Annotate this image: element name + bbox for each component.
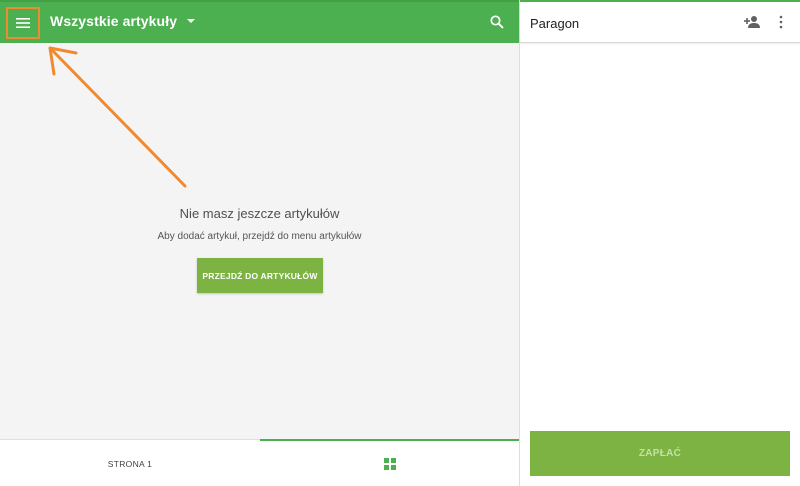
hamburger-menu-icon [16,18,30,28]
receipt-toolbar: Paragon [520,0,800,43]
annotation-arrow [48,46,187,188]
empty-state-title: Nie masz jeszcze artykułów [179,206,340,221]
articles-toolbar: Wszystkie artykuły [0,0,519,43]
grid-icon [383,458,396,470]
tab-grid-view[interactable] [260,439,519,486]
category-dropdown[interactable]: Wszystkie artykuły [50,13,196,29]
receipt-title: Paragon [530,16,580,31]
page-tab-bar: STRONA 1 [0,439,519,486]
add-person-icon[interactable] [744,15,760,29]
tab-page-1[interactable]: STRONA 1 [0,440,260,486]
search-icon[interactable] [489,14,505,30]
go-to-articles-button[interactable]: PRZEJDŹ DO ARTYKUŁÓW [197,258,323,293]
toolbar-title: Wszystkie artykuły [50,13,178,29]
menu-button[interactable] [6,7,40,39]
receipt-panel: Paragon ZAPŁAĆ [520,0,800,486]
articles-panel: Wszystkie artykuły Nie masz jeszcze arty… [0,0,519,486]
empty-state-subtitle: Aby dodać artykuł, przejdź do menu artyk… [157,231,362,242]
caret-down-icon [187,19,196,23]
pay-button[interactable]: ZAPŁAĆ [530,431,790,476]
more-vertical-icon[interactable] [778,15,784,29]
